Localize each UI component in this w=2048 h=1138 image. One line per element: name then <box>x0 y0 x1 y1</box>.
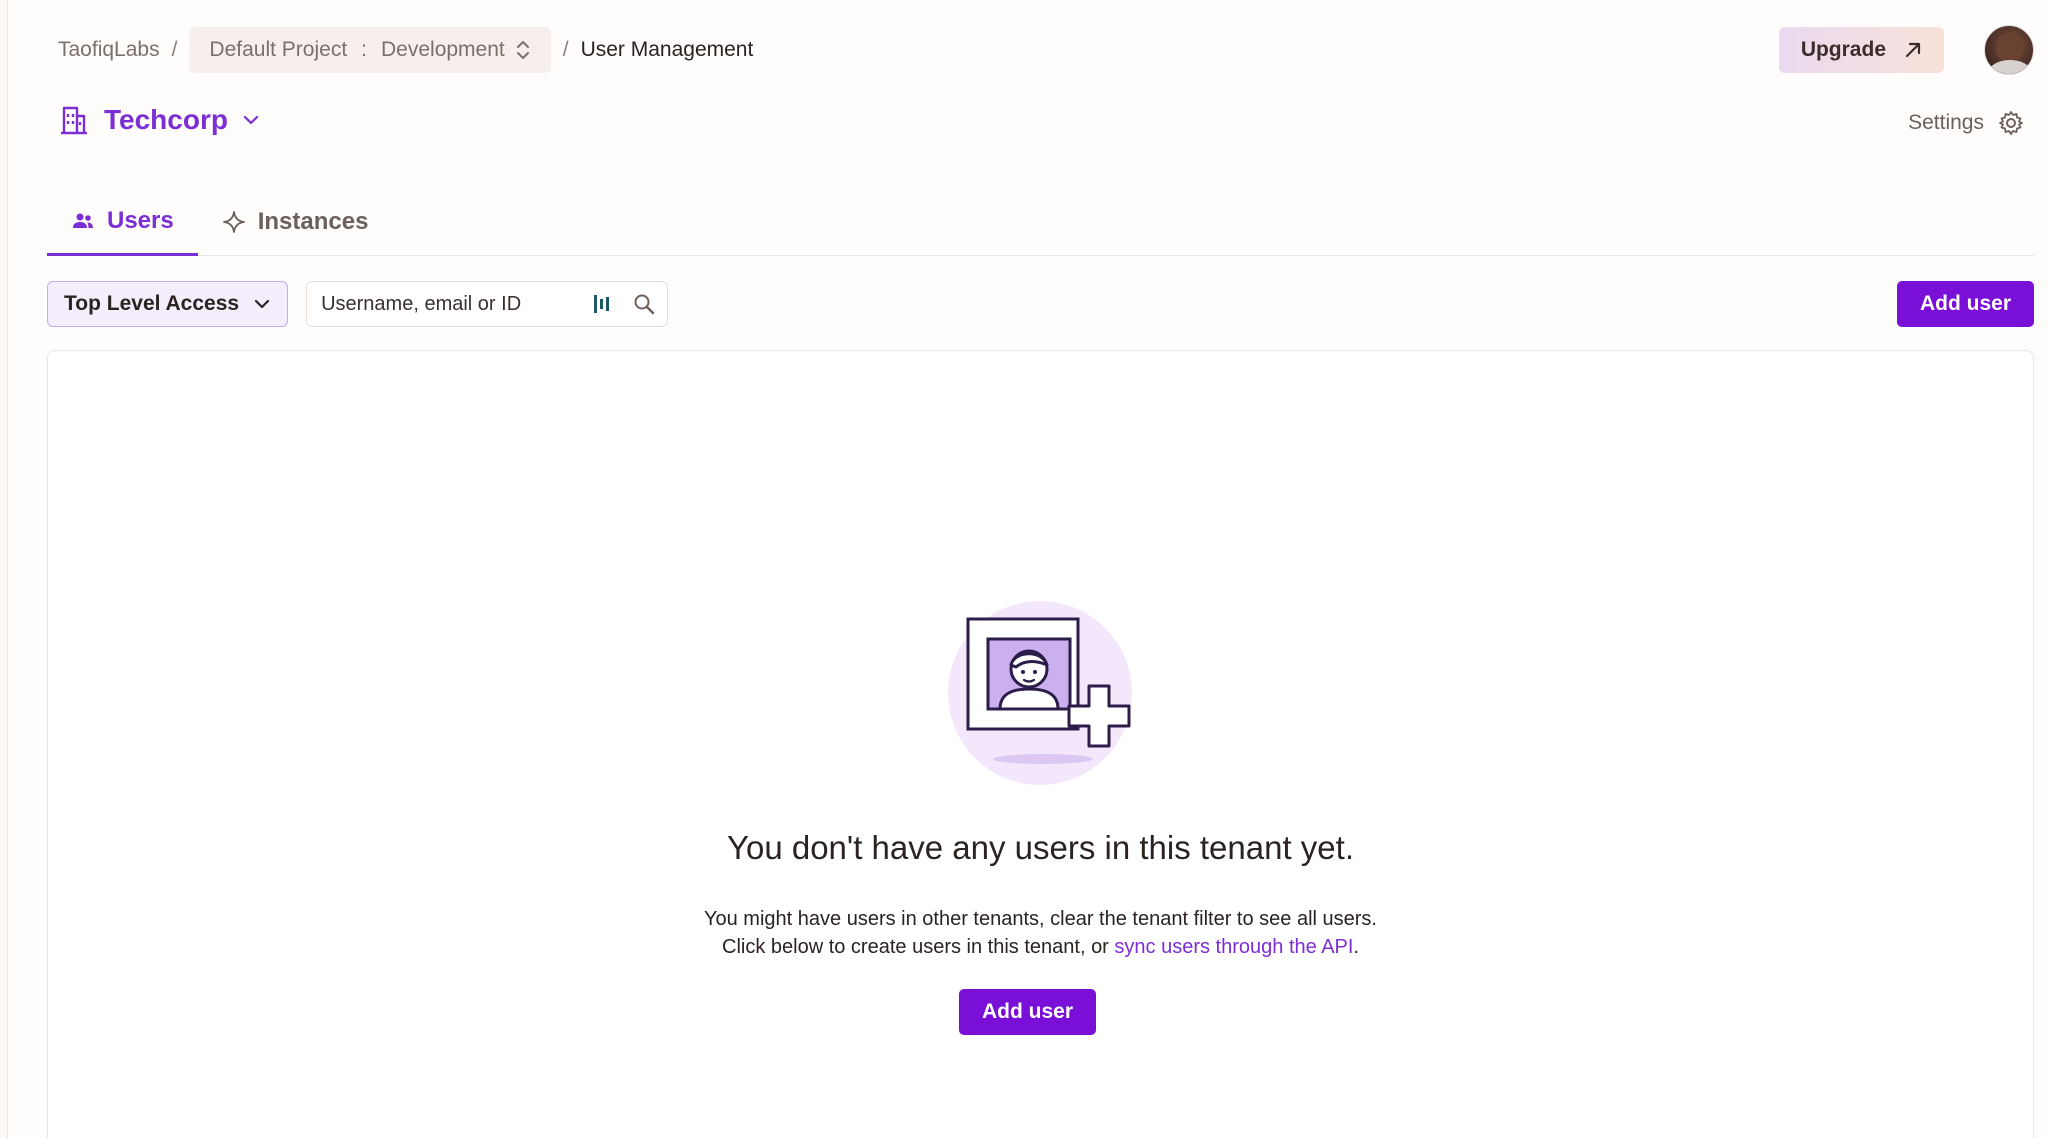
user-search-input[interactable] <box>321 292 594 316</box>
sync-users-api-link[interactable]: sync users through the API <box>1114 936 1353 958</box>
settings-link[interactable]: Settings <box>1908 110 2024 136</box>
add-user-empty-state-button[interactable]: Add user <box>959 989 1097 1035</box>
project-environment-switcher[interactable]: Default Project : Development <box>189 27 551 73</box>
breadcrumb-current-page: User Management <box>580 38 754 61</box>
breadcrumb-separator: / <box>171 38 178 61</box>
browser-extension-icon[interactable] <box>593 293 611 315</box>
empty-state-title: You don't have any users in this tenant … <box>727 829 1354 866</box>
tenant-selector[interactable]: Techcorp <box>58 104 260 136</box>
empty-state-line-2: Click below to create users in this tena… <box>48 933 2033 961</box>
breadcrumb-separator: / <box>562 38 569 61</box>
gear-icon <box>1999 111 2023 135</box>
project-colon: : <box>361 38 367 61</box>
tenant-filter-label: Top Level Access <box>64 292 240 315</box>
upgrade-button[interactable]: Upgrade <box>1778 27 1944 73</box>
chevron-down-icon <box>243 115 259 125</box>
sparkle-icon <box>222 211 245 233</box>
empty-state-description: You might have users in other tenants, c… <box>48 905 2033 961</box>
chevron-down-icon <box>254 299 270 309</box>
breadcrumb-org[interactable]: TaofiqLabs <box>58 38 160 62</box>
user-avatar[interactable] <box>1984 25 2034 75</box>
tab-users-label: Users <box>107 206 174 234</box>
users-icon <box>73 213 93 228</box>
left-rail <box>0 0 8 1138</box>
tab-users[interactable]: Users <box>47 188 198 256</box>
arrow-up-right-icon <box>1905 42 1921 58</box>
tab-bar: Users Instances <box>47 188 2034 256</box>
empty-state-line-1: You might have users in other tenants, c… <box>704 908 1377 930</box>
users-toolbar: Top Level Access Add user <box>47 280 2034 328</box>
project-name: Default Project <box>209 38 348 61</box>
upgrade-label: Upgrade <box>1800 38 1886 61</box>
building-icon <box>61 106 87 135</box>
tab-instances-label: Instances <box>257 208 369 235</box>
tenant-filter-dropdown[interactable]: Top Level Access <box>47 281 289 327</box>
top-bar: TaofiqLabs / Default Project : Developme… <box>58 24 2034 76</box>
settings-label: Settings <box>1908 111 1984 134</box>
tenant-name: Techcorp <box>104 104 228 135</box>
tab-instances[interactable]: Instances <box>198 188 393 256</box>
search-icon[interactable] <box>633 293 655 315</box>
user-search-box <box>306 281 669 327</box>
top-right-actions: Upgrade <box>1778 25 2034 75</box>
add-user-button[interactable]: Add user <box>1896 281 2034 327</box>
users-empty-state-panel: You don't have any users in this tenant … <box>47 350 2034 1138</box>
chevron-up-down-icon <box>516 41 529 59</box>
empty-state-line-2-prefix: Click below to create users in this tena… <box>722 936 1115 958</box>
add-user-illustration-icon <box>948 601 1132 785</box>
environment-name: Development <box>381 38 505 61</box>
empty-state-line-2-suffix: . <box>1353 936 1359 958</box>
